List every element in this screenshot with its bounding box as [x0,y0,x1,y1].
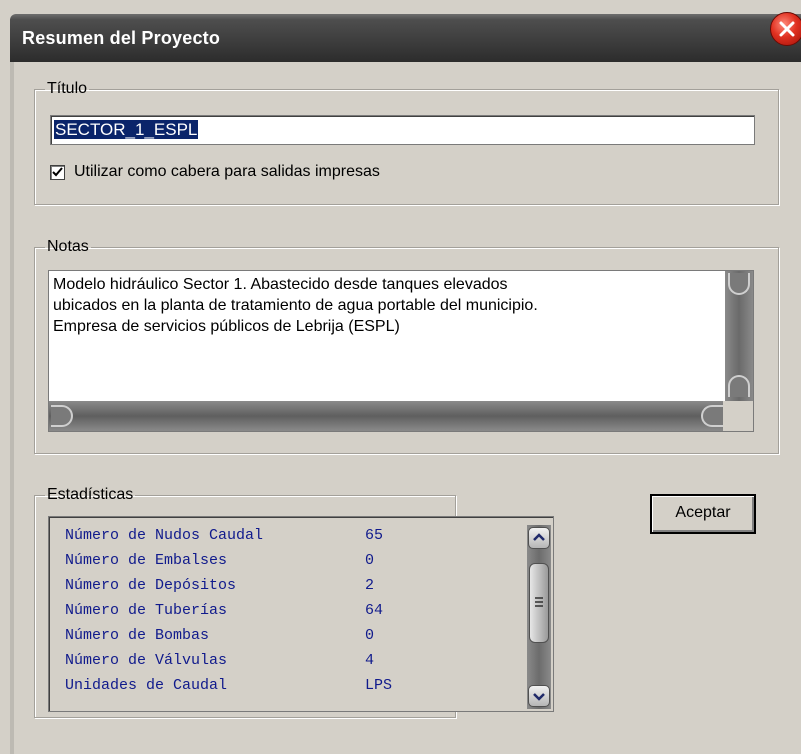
list-item: Número de Embalses 0 [65,552,374,569]
scroll-up-button[interactable] [528,527,550,549]
notes-line: Modelo hidráulico Sector 1. Abastecido d… [53,276,508,293]
notes-line: Empresa de servicios públicos de Lebrija… [53,318,400,335]
grip-icon [535,597,543,607]
chevron-down-icon [533,693,545,701]
statistics-group-legend: Estadísticas [47,486,134,503]
stat-label: Número de Bombas [65,627,210,644]
title-bar[interactable]: Resumen del Proyecto [10,14,801,62]
scroll-down-cap[interactable] [728,375,750,397]
stat-label: Número de Depósitos [65,577,237,594]
chevron-up-icon [533,533,545,541]
close-icon [779,21,795,37]
dialog-title: Resumen del Proyecto [22,28,221,48]
scroll-thumb[interactable] [529,563,549,643]
stat-value: 2 [365,577,375,594]
close-button[interactable] [770,12,801,46]
list-item: Número de Válvulas 4 [65,652,374,669]
notes-vertical-scrollbar[interactable] [725,271,753,401]
notes-horizontal-scrollbar[interactable] [49,401,725,431]
stat-value: LPS [365,677,393,694]
list-item: Número de Tuberías 64 [65,602,383,619]
stat-label: Número de Nudos Caudal [65,527,264,544]
list-item: Unidades de Caudal LPS [65,677,392,694]
accept-button[interactable]: Aceptar [650,494,756,534]
scroll-right-cap[interactable] [701,405,723,427]
project-title-field[interactable]: SECTOR_1_ESPL [50,115,755,145]
stat-value: 0 [365,627,375,644]
stat-value: 0 [365,552,375,569]
statistics-list[interactable]: Número de Nudos Caudal 65 Número de Embal… [48,516,554,712]
project-title-value: SECTOR_1_ESPL [54,120,199,139]
stat-value: 64 [365,602,384,619]
notes-line: ubicados en la planta de tratamiento de … [53,297,538,314]
scroll-down-button[interactable] [528,685,550,707]
list-item: Número de Bombas 0 [65,627,374,644]
print-header-checkbox[interactable] [50,165,65,180]
print-header-checkbox-label: Utilizar como cabera para salidas impres… [74,163,380,180]
list-item: Número de Nudos Caudal 65 [65,527,383,544]
stat-label: Número de Embalses [65,552,228,569]
scroll-corner [723,401,753,431]
notes-group-legend: Notas [47,238,89,255]
notes-content: Modelo hidráulico Sector 1. Abastecido d… [53,274,723,337]
scroll-up-cap[interactable] [728,273,750,295]
window-border [10,62,14,754]
statistics-scrollbar[interactable] [527,525,551,709]
stat-label: Unidades de Caudal [65,677,228,694]
scroll-left-cap[interactable] [51,405,73,427]
title-group-legend: Título [47,80,88,97]
stat-value: 4 [365,652,375,669]
checkmark-icon [52,167,63,177]
stat-label: Número de Tuberías [65,602,228,619]
stat-label: Número de Válvulas [65,652,228,669]
project-summary-dialog: Resumen del Proyecto Título SECTOR_1_ESP… [0,0,801,754]
notes-textarea[interactable]: Modelo hidráulico Sector 1. Abastecido d… [48,270,754,432]
list-item: Número de Depósitos 2 [65,577,374,594]
stat-value: 65 [365,527,384,544]
